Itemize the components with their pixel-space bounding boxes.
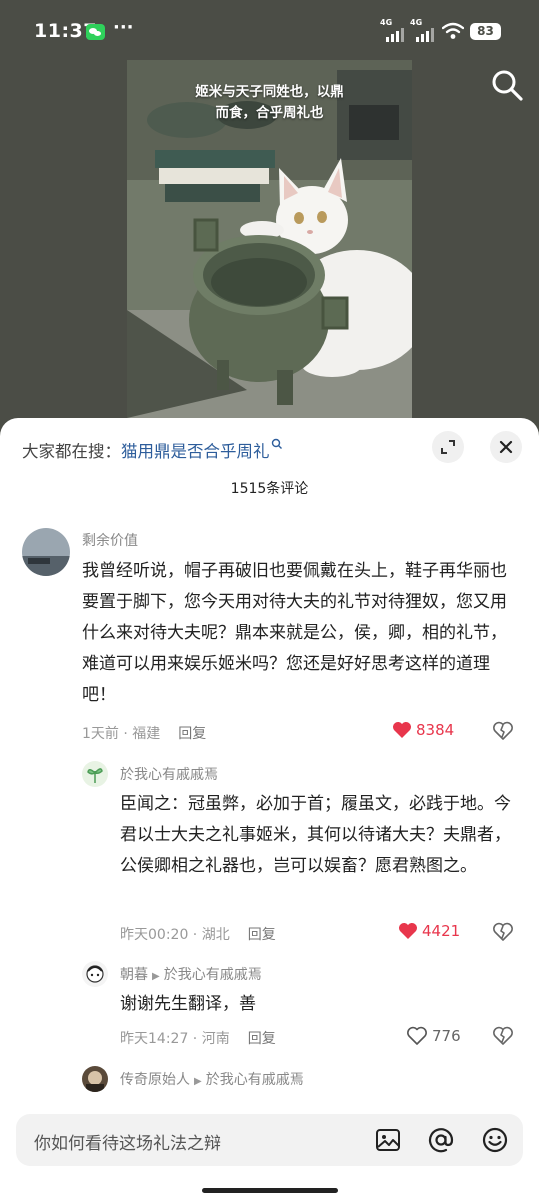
close-button[interactable] bbox=[490, 431, 522, 463]
like-count: 776 bbox=[432, 1027, 461, 1045]
comment-text: 谢谢先生翻译，善 bbox=[120, 994, 256, 1014]
dislike-icon[interactable] bbox=[492, 1026, 514, 1046]
like-button[interactable]: 4421 bbox=[398, 922, 460, 940]
reply-button[interactable]: 回复 bbox=[248, 1031, 276, 1047]
like-button[interactable]: 8384 bbox=[392, 721, 454, 739]
search-suggestion-query[interactable]: 猫用鼎是否合乎周礼 bbox=[121, 442, 270, 461]
more-dots-icon: ··· bbox=[113, 17, 134, 38]
wechat-icon bbox=[86, 24, 105, 40]
comment-meta: 1天前 · 福建 回复 bbox=[82, 726, 207, 742]
network-type-label: 4G bbox=[380, 18, 393, 27]
avatar[interactable] bbox=[82, 961, 108, 987]
wifi-icon bbox=[442, 22, 464, 39]
search-icon[interactable] bbox=[490, 68, 524, 102]
comment-input-bar[interactable]: 你如何看待这场礼法之辩 bbox=[16, 1114, 523, 1166]
heart-outline-icon bbox=[407, 1026, 427, 1045]
reply-to-username[interactable]: 於我心有戚戚焉 bbox=[164, 967, 262, 983]
comment-location: 福建 bbox=[132, 726, 161, 742]
reply-to-username[interactable]: 於我心有戚戚焉 bbox=[206, 1072, 304, 1088]
caption-line: 姬米与天子同姓也，以鼎 bbox=[195, 84, 344, 100]
emoji-icon[interactable] bbox=[481, 1126, 509, 1154]
comment-username[interactable]: 於我心有戚戚焉 bbox=[120, 764, 218, 784]
reply-button[interactable]: 回复 bbox=[248, 927, 276, 943]
like-count: 8384 bbox=[416, 721, 455, 739]
network-type-label: 4G bbox=[410, 18, 423, 27]
status-bar: 11:37 ··· 4G 4G 83 bbox=[0, 0, 539, 62]
comment-username-text[interactable]: 朝暮 bbox=[120, 967, 148, 983]
comment-input-placeholder[interactable]: 你如何看待这场礼法之辩 bbox=[34, 1129, 221, 1154]
reply-arrow-icon: ▶ bbox=[152, 971, 160, 982]
comment-username[interactable]: 朝暮 ▶ 於我心有戚戚焉 bbox=[120, 964, 262, 984]
comment-meta: 昨天00:20 · 湖北 回复 bbox=[120, 927, 276, 943]
dislike-icon[interactable] bbox=[492, 922, 514, 942]
battery-indicator: 83 bbox=[470, 23, 501, 40]
comment-location: 河南 bbox=[201, 1031, 230, 1047]
close-icon bbox=[499, 440, 513, 454]
comment-username[interactable]: 传奇原始人 ▶ 於我心有戚戚焉 bbox=[120, 1069, 304, 1089]
heart-filled-icon bbox=[399, 923, 417, 939]
like-count: 4421 bbox=[422, 922, 461, 940]
like-button[interactable]: 776 bbox=[406, 1026, 461, 1046]
reply-button[interactable]: 回复 bbox=[178, 726, 206, 742]
video-frame[interactable]: 姬米与天子同姓也，以鼎 而食，合乎周礼也 bbox=[127, 60, 412, 418]
search-icon bbox=[271, 438, 282, 449]
search-suggestion-prefix: 大家都在搜： bbox=[22, 442, 121, 461]
expand-button[interactable] bbox=[432, 431, 464, 463]
avatar[interactable] bbox=[22, 528, 70, 576]
home-indicator[interactable] bbox=[202, 1188, 338, 1193]
comment-time: 1天前 bbox=[82, 726, 119, 742]
mention-icon[interactable] bbox=[427, 1126, 455, 1154]
comment-username-text[interactable]: 传奇原始人 bbox=[120, 1072, 190, 1088]
avatar[interactable] bbox=[82, 761, 108, 787]
heart-filled-icon bbox=[393, 722, 411, 738]
comment-username[interactable]: 剩余价值 bbox=[82, 530, 138, 550]
comment-meta: 昨天14:27 · 河南 回复 bbox=[120, 1031, 276, 1047]
comment-text: 臣闻之：冠虽弊，必加于首；履虽文，必践于地。今君以士大夫之礼事姬米，其何以待诸大… bbox=[120, 794, 511, 876]
avatar[interactable] bbox=[82, 1066, 108, 1092]
comment-location: 湖北 bbox=[201, 927, 230, 943]
caption-line: 而食，合乎周礼也 bbox=[215, 105, 324, 121]
reply-arrow-icon: ▶ bbox=[194, 1076, 202, 1087]
comment-time: 昨天14:27 bbox=[120, 1031, 189, 1047]
dislike-icon[interactable] bbox=[492, 721, 514, 741]
video-caption: 姬米与天子同姓也，以鼎 而食，合乎周礼也 bbox=[127, 82, 412, 124]
comment-count: 1515条评论 bbox=[230, 481, 309, 497]
comment-time: 昨天00:20 bbox=[120, 927, 189, 943]
image-icon[interactable] bbox=[374, 1126, 402, 1154]
search-suggestion[interactable]: 大家都在搜：猫用鼎是否合乎周礼 bbox=[22, 438, 283, 462]
expand-icon bbox=[441, 440, 455, 454]
comment-sheet: 大家都在搜：猫用鼎是否合乎周礼 1515条评论 剩余价值 我曾经听说，帽子再破旧… bbox=[0, 418, 539, 1200]
comment-text: 我曾经听说，帽子再破旧也要佩戴在头上，鞋子再华丽也要置于脚下，您今天用对待大夫的… bbox=[82, 561, 507, 705]
